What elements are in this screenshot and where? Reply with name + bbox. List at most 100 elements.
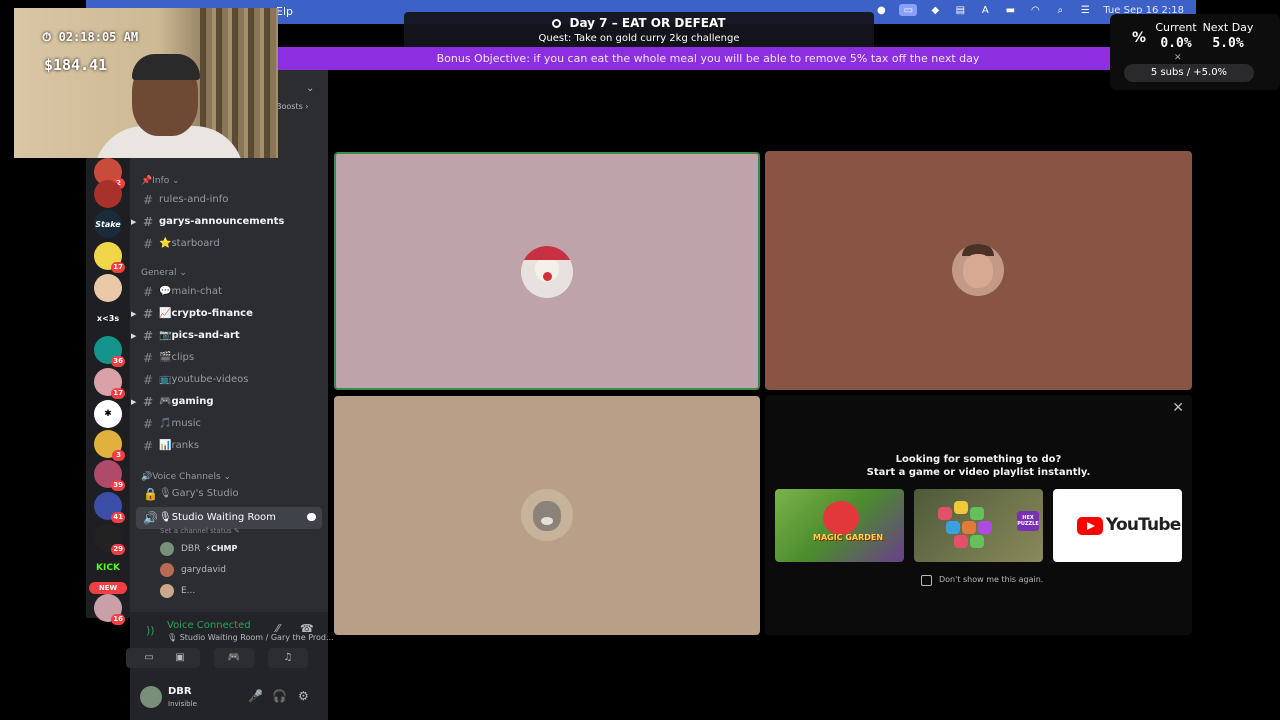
dont-show-checkbox[interactable]	[921, 575, 932, 586]
activity-button[interactable]: 🎮	[214, 648, 254, 668]
video-tile-user-1[interactable]	[334, 152, 760, 390]
text-channel-icon: #	[143, 285, 154, 299]
server-icon[interactable]: 29	[94, 524, 125, 555]
text-channel-icon: #	[143, 395, 154, 409]
magic-garden-card[interactable]: MAGIC GARDEN	[775, 489, 904, 562]
server-icon[interactable]: 36	[94, 336, 125, 367]
expand-icon[interactable]: ▶	[131, 212, 136, 232]
channel-music[interactable]: # 🎵music	[136, 414, 322, 434]
expand-icon[interactable]: ▶	[131, 326, 136, 346]
menu-help[interactable]: Elp	[276, 5, 293, 18]
server-kick[interactable]: KICK	[94, 554, 122, 582]
channel-pics-and-art[interactable]: ▶ # 📷pics-and-art	[131, 326, 322, 346]
server-icon[interactable]	[94, 274, 122, 302]
dont-show-label[interactable]: Don't show me this again.	[939, 575, 1043, 584]
next-day-tax: Next Day 5.0%	[1202, 21, 1254, 51]
server-menu-chevron-icon[interactable]: ⌄	[306, 83, 314, 94]
screen-share-button[interactable]: ▣	[160, 648, 200, 668]
hex-tile-icon	[954, 535, 968, 548]
user-name[interactable]: DBR	[168, 686, 192, 697]
user-status: Invisible	[168, 700, 197, 708]
lock-icon: 🔒	[143, 487, 158, 501]
font-icon[interactable]: A	[978, 4, 992, 16]
man-avatar	[952, 244, 1004, 296]
video-tile-user-3[interactable]	[334, 396, 760, 635]
signal-icon[interactable]: ))	[146, 624, 155, 637]
strawberry-icon	[823, 501, 859, 535]
play-icon	[1087, 522, 1095, 530]
magic-garden-logo: MAGIC GARDEN	[813, 533, 884, 542]
server-icon[interactable]: 39	[94, 460, 125, 491]
channel-gaming[interactable]: ▶ # 🎮gaming	[131, 392, 322, 412]
search-icon[interactable]: ⌕	[1053, 4, 1067, 16]
close-icon[interactable]: ✕	[1172, 400, 1184, 416]
person-cap	[132, 54, 200, 80]
server-icon[interactable]: 16	[94, 594, 125, 625]
control-center-icon[interactable]: ☰	[1078, 4, 1092, 16]
chat-bubble-icon[interactable]	[307, 513, 316, 521]
shield-icon[interactable]: ◆	[928, 4, 942, 16]
subs-counter: 5 subs / +5.0%	[1124, 64, 1254, 82]
server-boosts-link[interactable]: Boosts ›	[276, 102, 309, 111]
hex-tile-icon	[962, 521, 976, 534]
hex-tile-icon	[978, 521, 992, 534]
channel-main-chat[interactable]: # 💬main-chat	[136, 282, 322, 302]
quest-title: Day 7 – EAT OR DEFEAT	[404, 16, 874, 30]
voice-channel-studio-waiting-room[interactable]: 🔊 🎙Studio Waiting Room	[136, 507, 322, 529]
headphones-icon[interactable]: 🎧	[272, 689, 287, 703]
video-tile-user-2[interactable]	[765, 151, 1192, 390]
record-icon[interactable]: ●	[874, 4, 888, 16]
activity-suggestion-panel: ✕ Looking for something to do? Start a g…	[765, 395, 1192, 635]
quest-subtitle: Quest: Take on gold curry 2kg challenge	[538, 33, 740, 44]
activity-prompt-subtitle: Start a game or video playlist instantly…	[866, 467, 1091, 478]
hex-puzzle-card[interactable]: HEX PUZZLE	[914, 489, 1043, 562]
text-channel-icon: #	[143, 307, 154, 321]
category-general[interactable]: General ⌄	[141, 268, 187, 278]
close-icon[interactable]: ✕	[1174, 53, 1182, 63]
youtube-card[interactable]: YouTube	[1053, 489, 1182, 562]
microphone-icon[interactable]: 🎤	[248, 689, 263, 703]
activity-prompt-title: Looking for something to do?	[895, 454, 1062, 465]
server-x3s[interactable]: x<3s	[94, 304, 122, 332]
server-icon[interactable]: ✱	[94, 400, 122, 428]
server-icon[interactable]: 17	[94, 368, 125, 399]
tax-stat-widget: % Current 0.0% Next Day 5.0% ✕ 5 subs / …	[1110, 14, 1280, 90]
channel-garys-announcements[interactable]: ▶ # garys-announcements	[131, 212, 322, 232]
category-voice-channels[interactable]: 🔊Voice Channels ⌄	[141, 472, 231, 482]
channel-youtube-videos[interactable]: # 📺youtube-videos	[136, 370, 322, 390]
category-info[interactable]: 📌Info ⌄	[141, 176, 180, 186]
disconnect-icon[interactable]: ☎	[300, 622, 314, 635]
server-icon[interactable]	[94, 180, 122, 208]
user-avatar[interactable]	[140, 686, 162, 708]
battery-icon[interactable]: ▬	[1003, 4, 1017, 16]
server-icon[interactable]: 41	[94, 492, 125, 523]
soundboard-button[interactable]: ♫	[268, 648, 308, 668]
screen: Elp ● ▭ ◆ ▤ A ▬ ◠ ⌕ ☰ Tue Sep 16 2:18 2 …	[0, 0, 1280, 720]
text-channel-icon: #	[143, 439, 154, 453]
channel-rules-and-info[interactable]: # rules-and-info	[136, 190, 322, 210]
hex-tile-icon	[938, 507, 952, 520]
display-icon[interactable]: ▤	[953, 4, 967, 16]
channel-clips[interactable]: # 🎬clips	[136, 348, 322, 368]
channel-status-hint[interactable]: Set a channel status ✎	[160, 527, 240, 535]
text-channel-icon: #	[143, 417, 154, 431]
server-icon[interactable]: 17	[94, 242, 125, 273]
server-rail: 2 Stake 17 x<3s 36 17 ✱ 3 39 41 29 KICK …	[86, 158, 130, 625]
channel-crypto-finance[interactable]: ▶ # 📈crypto-finance	[131, 304, 322, 324]
channel-starboard[interactable]: # ⭐starboard	[136, 234, 322, 254]
server-icon[interactable]: 3	[94, 430, 125, 461]
wifi-icon[interactable]: ◠	[1028, 4, 1042, 16]
noise-suppression-icon[interactable]: ⁄⁄	[276, 622, 280, 635]
expand-icon[interactable]: ▶	[131, 304, 136, 324]
gear-icon[interactable]: ⚙	[298, 689, 309, 703]
stream-balance: $184.41	[44, 56, 108, 74]
avatar	[160, 584, 174, 598]
expand-icon[interactable]: ▶	[131, 392, 136, 412]
channel-ranks[interactable]: # 📊ranks	[136, 436, 322, 456]
server-stake[interactable]: Stake	[94, 210, 122, 238]
voice-connected-status[interactable]: Voice Connected	[167, 620, 251, 631]
hex-tile-icon	[970, 535, 984, 548]
voice-channel-garys-studio[interactable]: 🔒 🎙Gary's Studio	[136, 484, 322, 504]
screen-share-icon[interactable]: ▭	[899, 4, 918, 16]
text-channel-icon: #	[143, 329, 154, 343]
